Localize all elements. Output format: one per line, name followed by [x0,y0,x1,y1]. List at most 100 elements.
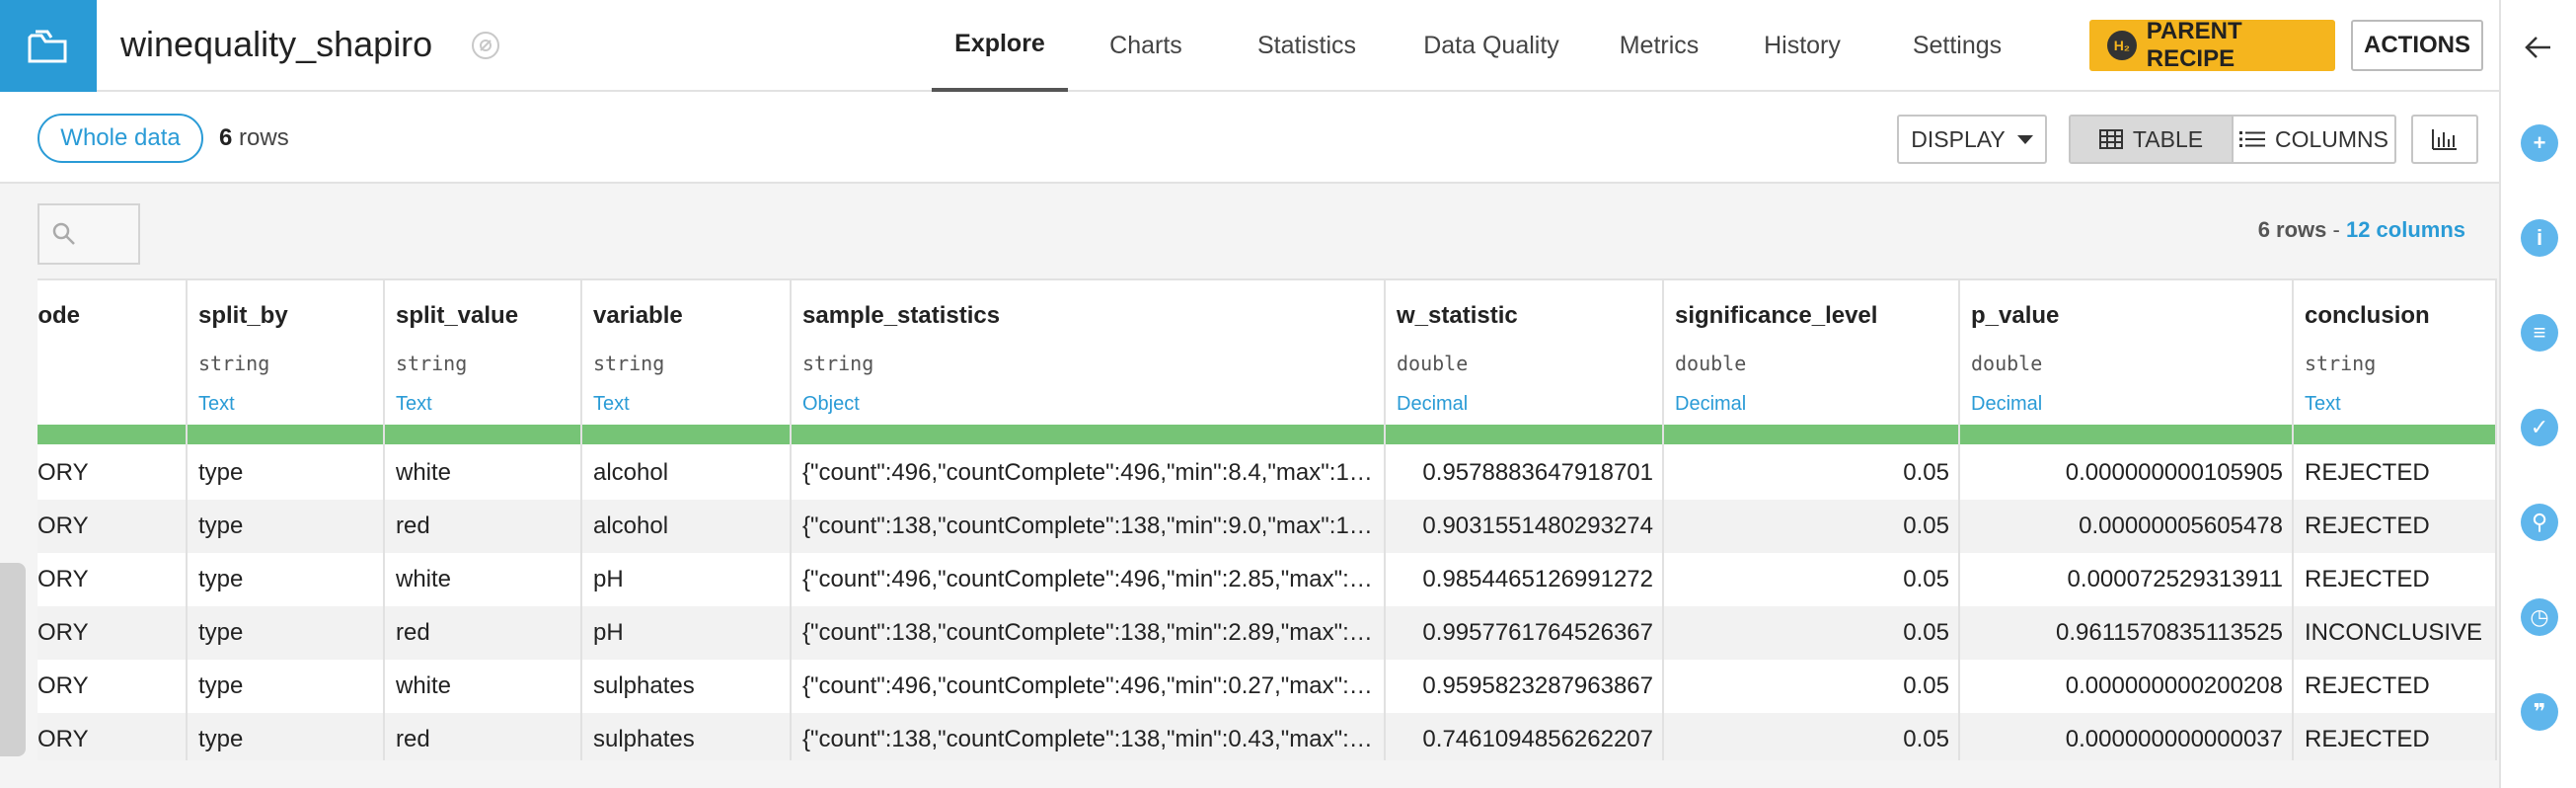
clock-icon[interactable]: ◷ [2521,598,2558,636]
column-split-by[interactable]: split_by string Text type type type type type ty… [188,280,385,760]
lab-icon[interactable]: ⚲ [2521,504,2558,541]
column-significance-level[interactable]: significance_level double Decimal 0.05 0.05 0… [1664,280,1960,760]
column-header-name[interactable]: variable [593,302,683,330]
tab-explore[interactable]: Explore [932,0,1068,92]
table-cell[interactable]: alcohol [593,446,781,500]
table-cell[interactable]: 0.9854465126991272 [1397,553,1653,606]
table-cell[interactable]: ORY [38,500,186,553]
column-header-name[interactable]: p_value [1971,302,2059,330]
table-cell[interactable]: 0.05 [1675,660,1949,713]
table-cell[interactable]: ORY [38,660,186,713]
table-cell[interactable]: 0.9595823287963867 [1397,660,1653,713]
table-cell[interactable]: INCONCLUSIVE [2305,606,2486,660]
table-cell[interactable]: type [198,553,374,606]
column-header-name[interactable]: mode [38,302,80,330]
check-icon[interactable]: ✓ [2521,409,2558,446]
table-cell[interactable]: sulphates [593,660,781,713]
table-cell[interactable]: {"count":496,"countComplete":496,"min":2… [802,553,1375,606]
tab-settings[interactable]: Settings [1879,0,2035,92]
back-arrow-icon[interactable] [2523,32,2554,63]
table-cell[interactable]: 0.05 [1675,713,1949,760]
parent-recipe-button[interactable]: H₂ PARENT RECIPE [2089,18,2335,72]
table-cell[interactable]: red [396,713,571,760]
column-w-statistic[interactable]: w_statistic double Decimal 0.95788836479187… [1386,280,1664,760]
column-meaning[interactable]: Text [198,393,235,416]
table-cell[interactable]: ORY [38,446,186,500]
dataset-icon[interactable] [0,0,97,92]
info-icon[interactable]: i [2521,219,2558,257]
column-chart-button[interactable] [2411,115,2478,164]
table-cell[interactable]: ORY [38,713,186,760]
table-cell[interactable]: 0.05 [1675,553,1949,606]
table-cell[interactable]: red [396,500,571,553]
column-header-name[interactable]: split_by [198,302,288,330]
table-cell[interactable]: {"count":138,"countComplete":138,"min":2… [802,606,1375,660]
dataset-name[interactable]: winequality_shapiro [120,24,432,65]
discussion-icon[interactable]: ❞ [2521,693,2558,731]
actions-button[interactable]: ACTIONS [2351,20,2483,71]
table-cell[interactable]: 0.000000000000037 [1971,713,2283,760]
column-split-value[interactable]: split_value string Text white red white red whi… [385,280,582,760]
column-mode[interactable]: modeORYORYORYORYORYORY [38,280,188,760]
table-view-button[interactable]: TABLE [2071,117,2232,162]
table-cell[interactable]: 0.9611570835113525 [1971,606,2283,660]
table-cell[interactable]: type [198,713,374,760]
table-cell[interactable]: 0.7461094856262207 [1397,713,1653,760]
table-cell[interactable]: ORY [38,606,186,660]
table-cell[interactable]: 0.9031551480293274 [1397,500,1653,553]
list-icon[interactable]: ≡ [2521,314,2558,352]
table-columns-link[interactable]: 12 columns [2346,217,2465,242]
table-cell[interactable]: 0.000000000200208 [1971,660,2283,713]
panel-resize-handle[interactable] [0,563,26,756]
table-cell[interactable]: ORY [38,553,186,606]
column-header-name[interactable]: significance_level [1675,302,1877,330]
table-cell[interactable]: white [396,660,571,713]
tab-charts[interactable]: Charts [1068,0,1224,92]
column-header-name[interactable]: split_value [396,302,518,330]
column-header-name[interactable]: conclusion [2305,302,2430,330]
table-cell[interactable]: type [198,446,374,500]
sample-selector[interactable]: Whole data [38,114,203,163]
column-meaning[interactable]: Decimal [1397,393,1468,416]
tab-statistics[interactable]: Statistics [1224,0,1390,92]
table-cell[interactable]: REJECTED [2305,713,2486,760]
table-cell[interactable]: 0.05 [1675,606,1949,660]
table-cell[interactable]: 0.05 [1675,500,1949,553]
table-cell[interactable]: {"count":138,"countComplete":138,"min":9… [802,500,1375,553]
table-cell[interactable]: white [396,446,571,500]
column-meaning[interactable]: Decimal [1971,393,2042,416]
table-cell[interactable]: REJECTED [2305,446,2486,500]
table-cell[interactable]: {"count":496,"countComplete":496,"min":8… [802,446,1375,500]
tab-data-quality[interactable]: Data Quality [1390,0,1593,92]
column-p-value[interactable]: p_value double Decimal 0.000000000105905 0.0… [1960,280,2294,760]
table-cell[interactable]: REJECTED [2305,500,2486,553]
column-sample-statistics[interactable]: sample_statistics string Object {"count":49… [792,280,1386,760]
table-cell[interactable]: type [198,500,374,553]
table-cell[interactable]: pH [593,553,781,606]
table-cell[interactable]: REJECTED [2305,660,2486,713]
table-cell[interactable]: 0.9578883647918701 [1397,446,1653,500]
table-cell[interactable]: alcohol [593,500,781,553]
table-cell[interactable]: type [198,606,374,660]
table-cell[interactable]: {"count":138,"countComplete":138,"min":0… [802,713,1375,760]
columns-view-button[interactable]: COLUMNS [2232,117,2394,162]
table-cell[interactable]: type [198,660,374,713]
table-cell[interactable]: sulphates [593,713,781,760]
tab-history[interactable]: History [1725,0,1879,92]
column-variable[interactable]: variable string Text alcohol alcohol pH pH sulp… [582,280,792,760]
display-dropdown[interactable]: DISPLAY [1897,115,2047,164]
column-header-name[interactable]: sample_statistics [802,302,1000,330]
table-cell[interactable]: 0.9957761764526367 [1397,606,1653,660]
tab-metrics[interactable]: Metrics [1593,0,1725,92]
table-cell[interactable]: 0.000000000105905 [1971,446,2283,500]
plus-icon[interactable]: + [2521,124,2558,162]
table-cell[interactable]: white [396,553,571,606]
table-cell[interactable]: 0.000072529313911 [1971,553,2283,606]
column-meaning[interactable]: Text [593,393,630,416]
column-meaning[interactable]: Text [2305,393,2341,416]
column-conclusion[interactable]: conclusion string Text REJECTED REJECTED REJE… [2294,280,2497,760]
column-header-name[interactable]: w_statistic [1397,302,1518,330]
column-meaning[interactable]: Text [396,393,432,416]
table-cell[interactable]: 0.05 [1675,446,1949,500]
table-cell[interactable]: {"count":496,"countComplete":496,"min":0… [802,660,1375,713]
